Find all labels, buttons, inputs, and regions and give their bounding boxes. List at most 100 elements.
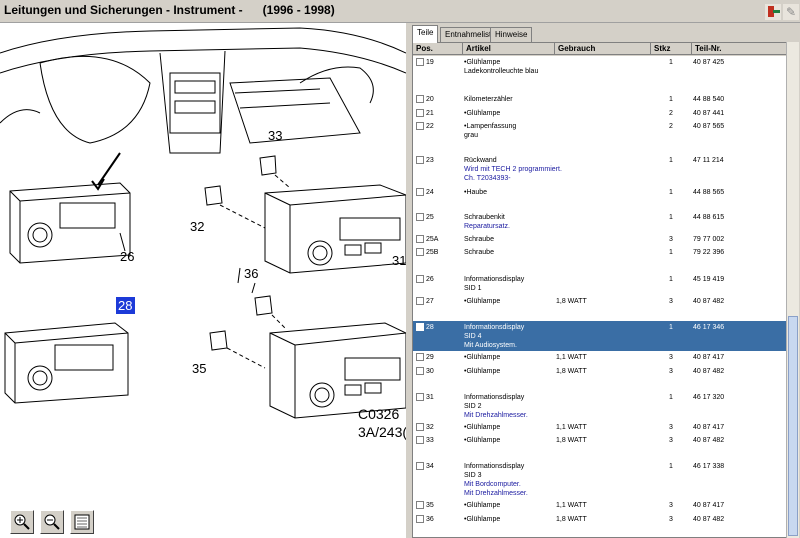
- table-row[interactable]: 25 Schraubenkit Reparatursatz. 1 44 88 615: [413, 211, 787, 233]
- table-row[interactable]: 21 •Glühlampe 2 40 87 441: [413, 107, 787, 120]
- row-checkbox[interactable]: [416, 436, 424, 444]
- cell-gebrauch: 1,8 WATT: [556, 368, 587, 375]
- tab-teile[interactable]: Teile: [412, 25, 439, 43]
- cell-stkz: 1: [669, 157, 673, 164]
- cell-teilnr: 46 17 320: [693, 394, 725, 401]
- cell-pos: 19: [426, 59, 434, 66]
- callout-28[interactable]: 28: [118, 298, 132, 313]
- callout-35[interactable]: 35: [192, 361, 206, 376]
- artikel-name: •Glühlampe: [464, 368, 501, 375]
- table-row[interactable]: 29 •Glühlampe 1,1 WATT 3 40 87 417: [413, 351, 787, 365]
- row-checkbox[interactable]: [416, 462, 424, 470]
- cell-stkz: 1: [669, 96, 673, 103]
- table-row[interactable]: 28 Informationsdisplay SID 4 Mit Audiosyste…: [413, 321, 787, 351]
- header-teilnr[interactable]: Teil-Nr.: [692, 43, 787, 55]
- row-checkbox[interactable]: [416, 156, 424, 164]
- tab-hinweise[interactable]: Hinweise: [490, 27, 533, 42]
- row-checkbox[interactable]: [416, 353, 424, 361]
- artikel-name: •Glühlampe: [464, 298, 501, 305]
- cell-teilnr: 40 87 482: [693, 298, 725, 305]
- row-checkbox[interactable]: [416, 235, 424, 243]
- row-checkbox[interactable]: [416, 248, 424, 256]
- zoom-fit-icon: [74, 514, 90, 530]
- table-row[interactable]: 35 •Glühlampe 1,1 WATT 3 40 87 417: [413, 499, 787, 513]
- row-checkbox[interactable]: [416, 501, 424, 509]
- row-checkbox[interactable]: [416, 393, 424, 401]
- row-checkbox[interactable]: [416, 58, 424, 66]
- table-row[interactable]: 30 •Glühlampe 1,8 WATT 3 40 87 482: [413, 365, 787, 379]
- table-row[interactable]: 32 •Glühlampe 1,1 WATT 3 40 87 417: [413, 421, 787, 434]
- row-checkbox[interactable]: [416, 122, 424, 130]
- cell-stkz: 1: [669, 463, 673, 470]
- table-row[interactable]: 25B Schraube 1 79 22 396: [413, 246, 787, 259]
- exit-door-icon[interactable]: [764, 3, 782, 21]
- callout-31[interactable]: 31: [392, 253, 406, 268]
- zoom-fit-button[interactable]: [70, 510, 94, 534]
- artikel-name: Kilometerzähler: [464, 96, 513, 103]
- parts-pane: Teile Entnahmeliste Hinweise Pos. Artike…: [408, 23, 800, 538]
- row-checkbox[interactable]: [416, 515, 424, 523]
- note-icon[interactable]: ✎: [782, 3, 800, 21]
- table-row[interactable]: 19 •Glühlampe Ladekontrolleuchte blau 1 40 8…: [413, 56, 787, 80]
- row-checkbox[interactable]: [416, 188, 424, 196]
- cell-teilnr: 47 11 214: [693, 157, 724, 164]
- parts-diagram[interactable]: 33 32 26 36 35 31 C0326 3A/243( 28: [0, 23, 406, 506]
- cell-teilnr: 45 19 419: [693, 276, 725, 283]
- table-row[interactable]: 24 •Haube 1 44 88 565: [413, 186, 787, 200]
- table-row[interactable]: 36 •Glühlampe 1,8 WATT 3 40 87 482: [413, 513, 787, 527]
- cell-stkz: 1: [669, 249, 673, 256]
- cell-pos: 33: [426, 437, 434, 444]
- callout-33[interactable]: 33: [268, 128, 282, 143]
- table-row[interactable]: 25A Schraube 3 79 77 002: [413, 233, 787, 246]
- table-row[interactable]: 33 •Glühlampe 1,8 WATT 3 40 87 482: [413, 434, 787, 447]
- cell-artikel: Schraube: [464, 235, 494, 244]
- table-row[interactable]: 34 Informationsdisplay SID 3 Mit Bordcomput…: [413, 460, 787, 498]
- header-pos[interactable]: Pos.: [413, 43, 463, 55]
- artikel-name: Informationsdisplay: [464, 324, 525, 331]
- vertical-scrollbar[interactable]: [786, 42, 799, 538]
- cell-stkz: 2: [669, 123, 673, 130]
- callout-26[interactable]: 26: [120, 249, 134, 264]
- row-checkbox[interactable]: [416, 297, 424, 305]
- artikel-name: Informationsdisplay: [464, 394, 525, 401]
- cell-artikel: •Lampenfassung grau: [464, 122, 516, 140]
- row-checkbox[interactable]: [416, 423, 424, 431]
- zoom-out-button[interactable]: [40, 510, 64, 534]
- header-artikel[interactable]: Artikel: [463, 43, 555, 55]
- cell-stkz: 3: [669, 424, 673, 431]
- row-checkbox[interactable]: [416, 109, 424, 117]
- table-row[interactable]: 22 •Lampenfassung grau 2 40 87 565: [413, 120, 787, 146]
- artikel-name: •Lampenfassung: [464, 123, 517, 130]
- zoom-in-button[interactable]: [10, 510, 34, 534]
- parts-table: Pos. Artikel Gebrauch Stkz Teil-Nr. 19 •G…: [412, 42, 788, 538]
- cell-pos: 27: [426, 298, 434, 305]
- cell-teilnr: 40 87 565: [693, 123, 725, 130]
- cell-artikel: •Glühlampe: [464, 297, 500, 306]
- cell-teilnr: 79 77 002: [693, 236, 725, 243]
- cell-stkz: 3: [669, 236, 673, 243]
- table-row[interactable]: 27 •Glühlampe 1,8 WATT 3 40 87 482: [413, 295, 787, 309]
- callout-36[interactable]: 36: [244, 266, 258, 281]
- table-row[interactable]: 31 Informationsdisplay SID 2 Mit Drehzahlme…: [413, 391, 787, 419]
- artikel-name: •Glühlampe: [464, 354, 501, 361]
- table-row[interactable]: 23 Rückwand Wird mit TECH 2 programmiert. …: [413, 154, 787, 184]
- cell-pos: 20: [426, 96, 434, 103]
- row-checkbox[interactable]: [416, 95, 424, 103]
- row-checkbox[interactable]: [416, 323, 424, 331]
- table-row[interactable]: 26 Informationsdisplay SID 1 1 45 19 419: [413, 273, 787, 295]
- cell-pos: 35: [426, 502, 434, 509]
- row-checkbox[interactable]: [416, 275, 424, 283]
- cell-artikel: •Glühlampe Ladekontrolleuchte blau: [464, 58, 538, 76]
- table-row[interactable]: 20 Kilometerzähler 1 44 88 540: [413, 93, 787, 107]
- row-checkbox[interactable]: [416, 367, 424, 375]
- scrollbar-thumb[interactable]: [788, 316, 798, 536]
- header-gebrauch[interactable]: Gebrauch: [555, 43, 651, 55]
- row-checkbox[interactable]: [416, 213, 424, 221]
- cell-artikel: Rückwand Wird mit TECH 2 programmiert. Ch…: [464, 156, 562, 183]
- drawing-code-2: 3A/243(: [358, 424, 406, 440]
- diagram-pane[interactable]: 33 32 26 36 35 31 C0326 3A/243( 28: [0, 23, 406, 538]
- header-stkz[interactable]: Stkz: [651, 43, 692, 55]
- cell-pos: 34: [426, 463, 434, 470]
- cell-stkz: 1: [669, 276, 673, 283]
- callout-32[interactable]: 32: [190, 219, 204, 234]
